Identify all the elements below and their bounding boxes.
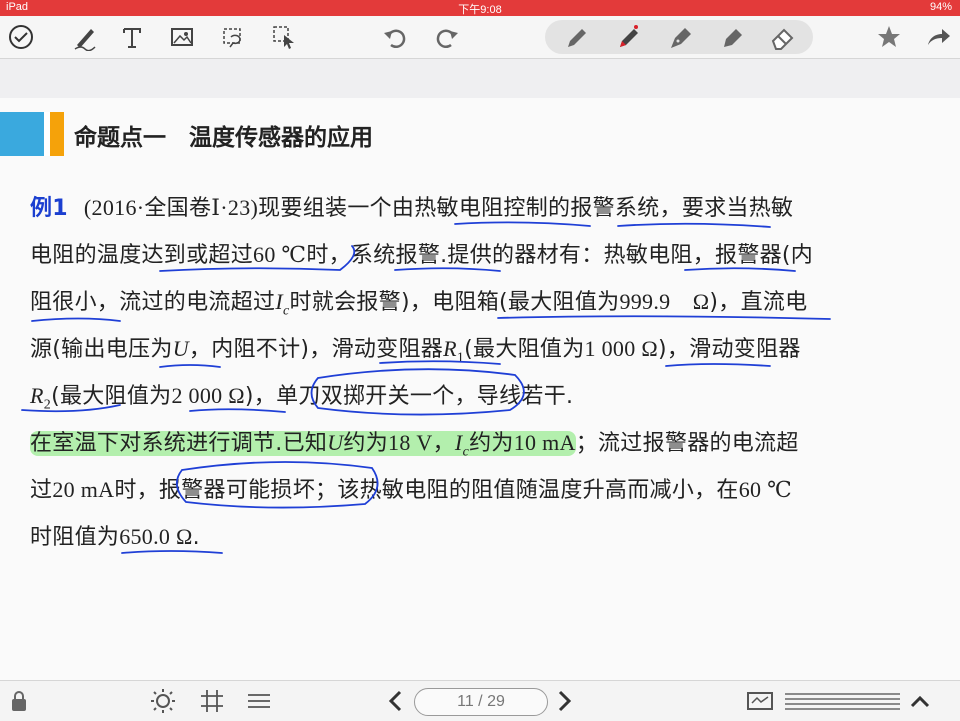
brightness-icon[interactable]	[148, 686, 178, 716]
eraser-icon[interactable]	[765, 20, 799, 54]
toolbar	[0, 16, 960, 59]
text-run: 源(输出电压为	[30, 337, 173, 362]
bottom-bar: 11 / 29	[0, 680, 960, 721]
text-run: 约为	[469, 431, 514, 456]
value-voltage: 18 V	[388, 430, 433, 455]
text-run: 过	[30, 478, 53, 503]
value-resistance: 999.9 Ω	[619, 289, 710, 314]
undo-icon[interactable]	[378, 20, 412, 54]
pen-tool-group	[545, 20, 813, 54]
text-run: .	[192, 525, 200, 550]
section-title: 命题点一 温度传感器的应用	[74, 125, 373, 151]
text-run: (最大阻值为	[51, 384, 172, 409]
marker-icon[interactable]	[715, 20, 749, 54]
status-bar: iPad 下午9:08 94%	[0, 0, 960, 16]
symbol-r: R	[30, 383, 44, 408]
value-current: 10 mA	[513, 430, 576, 455]
pen-gray-icon[interactable]	[559, 20, 593, 54]
page-indicator[interactable]: 11 / 29	[414, 688, 548, 716]
text-line-2: 电阻的温度达到或超过60 ℃时，系统报警.提供的器材有：热敏电阻，报警器(内	[30, 231, 930, 278]
status-time: 下午9:08	[458, 4, 502, 16]
thumbnail-icon[interactable]	[745, 686, 775, 716]
text-run: )，单刀双掷开关一个，导线若干.	[244, 384, 574, 409]
text-run: 时，系统报警.提供的器材有：热敏电阻，报警器(内	[306, 243, 814, 268]
value-resistance: 2 000 Ω	[171, 383, 245, 408]
example-label: 例1	[30, 196, 68, 221]
scrubber-icon[interactable]	[785, 686, 900, 716]
text-run: 时，报警器可能损坏；该热敏电阻的阻值随温度升高而减小，在	[114, 478, 739, 503]
text-run: )，滑动变阻器	[657, 337, 801, 362]
text-line-3: 阻很小，流过的电流超过Ic时就会报警)，电阻箱(最大阻值为999.9 Ω)，直流…	[30, 278, 930, 325]
current-page: 11	[457, 693, 474, 710]
text-line-1: 例1 (2016·全国卷Ⅰ·23)现要组装一个由热敏电阻控制的报警系统，要求当热敏	[30, 184, 930, 231]
value-resistance: 1 000 Ω	[584, 336, 658, 361]
image-icon[interactable]	[165, 20, 199, 54]
prev-page-icon[interactable]	[382, 686, 408, 716]
section-accent-orange	[50, 112, 64, 156]
text-run: 电阻的温度达到或超过	[30, 243, 254, 268]
check-circle-icon[interactable]	[4, 20, 38, 54]
highlighted-text: 在室温下对系统进行调节.已知U约为18 V，Ic约为10 mA	[30, 430, 576, 459]
text-run: 在室温下对系统进行调节.已知	[30, 431, 328, 456]
share-icon[interactable]	[921, 20, 955, 54]
text-run: ，内阻不计)，滑动变阻器	[188, 337, 444, 362]
total-pages: 29	[487, 693, 505, 710]
value-temperature: 60 ℃	[738, 477, 793, 502]
text-run: )，直流电	[709, 290, 808, 315]
symbol-sub: 2	[43, 397, 52, 413]
pen-red-active-icon[interactable]	[611, 20, 645, 54]
text-line-5: R2(最大阻值为2 000 Ω)，单刀双掷开关一个，导线若干.	[30, 372, 930, 419]
symbol-u: U	[172, 336, 189, 361]
text-icon[interactable]	[115, 20, 149, 54]
text-line-6: 在室温下对系统进行调节.已知U约为18 V，Ic约为10 mA；流过报警器的电流…	[30, 419, 930, 466]
text-run: (最大阻值为	[464, 337, 585, 362]
section-accent-blue	[0, 112, 44, 156]
text-run: ；流过报警器的电流超	[575, 431, 799, 456]
symbol-r: R	[443, 336, 457, 361]
text-run: ，	[432, 431, 455, 456]
list-icon[interactable]	[244, 686, 274, 716]
text-line-4: 源(输出电压为U，内阻不计)，滑动变阻器R1(最大阻值为1 000 Ω)，滑动变…	[30, 325, 930, 372]
text-run: 约为	[343, 431, 389, 456]
star-icon[interactable]	[872, 20, 906, 54]
symbol-i: I	[454, 430, 463, 455]
battery-level: 94%	[929, 1, 952, 13]
text-run: 时就会报警)，电阻箱(最大阻值为	[289, 290, 620, 315]
text-run: 阻很小，流过的电流超过	[30, 290, 276, 315]
problem-text: 例1 (2016·全国卷Ⅰ·23)现要组装一个由热敏电阻控制的报警系统，要求当热敏…	[30, 184, 930, 560]
text-line-7: 过20 mA时，报警器可能损坏；该热敏电阻的阻值随温度升高而减小，在60 ℃	[30, 466, 930, 513]
next-page-icon[interactable]	[552, 686, 578, 716]
text-run: 现要组装一个由热敏电阻控制的报警系统，要求当热敏	[258, 196, 794, 221]
expand-up-icon[interactable]	[905, 686, 935, 716]
redo-icon[interactable]	[430, 20, 464, 54]
lasso-icon[interactable]	[216, 20, 250, 54]
page-separator: /	[478, 693, 483, 710]
text-line-8: 时阻值为650.0 Ω.	[30, 513, 930, 560]
pen-scribble-icon[interactable]	[68, 20, 102, 54]
value-temperature: 60 ℃	[253, 242, 307, 267]
fountain-pen-icon[interactable]	[663, 20, 697, 54]
value-resistance: 650.0 Ω	[119, 524, 193, 549]
text-run: 时阻值为	[30, 525, 120, 550]
value-current: 20 mA	[52, 477, 115, 502]
select-icon[interactable]	[267, 20, 301, 54]
symbol-u: U	[327, 430, 344, 455]
symbol-i: I	[275, 289, 283, 314]
lock-icon[interactable]	[8, 686, 30, 716]
source-citation: (2016·全国卷Ⅰ·23)	[83, 195, 259, 220]
grid-icon[interactable]	[197, 686, 227, 716]
